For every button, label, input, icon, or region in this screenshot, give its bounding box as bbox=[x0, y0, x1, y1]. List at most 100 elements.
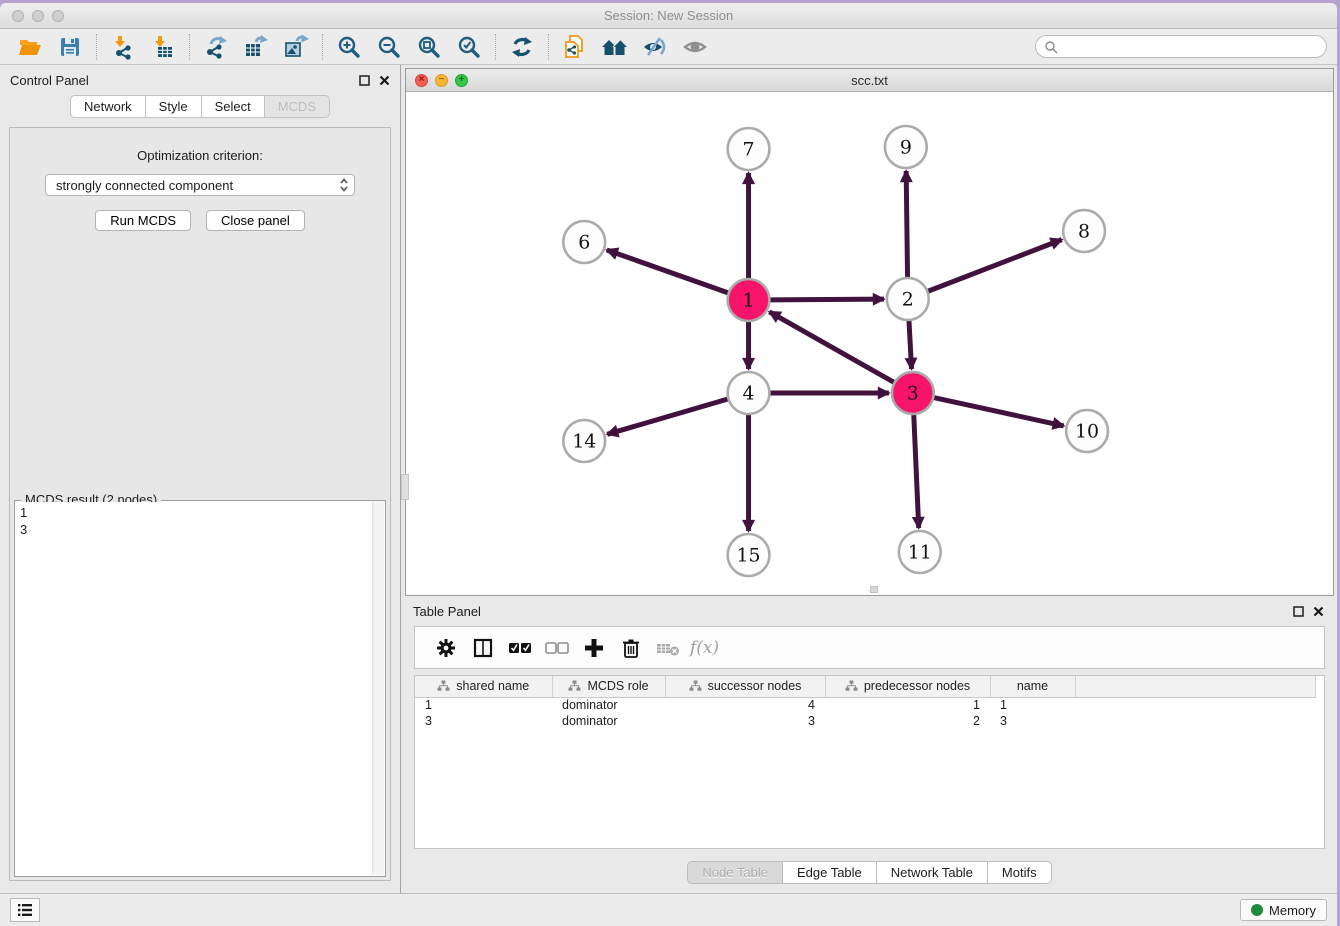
network-maximize-button[interactable]: + bbox=[455, 74, 468, 87]
mcds-result-line: 3 bbox=[20, 521, 368, 538]
cell-name[interactable]: 3 bbox=[990, 713, 1075, 729]
panel-splitter-grip[interactable] bbox=[401, 474, 409, 500]
edge-4-14[interactable] bbox=[607, 399, 727, 434]
control-panel: Control Panel NetworkStyleSelectMCDS Opt… bbox=[0, 65, 401, 893]
svg-text:8: 8 bbox=[1078, 220, 1090, 242]
export-table-icon[interactable] bbox=[236, 32, 276, 62]
show-all-icon[interactable] bbox=[675, 32, 715, 62]
run-mcds-button[interactable]: Run MCDS bbox=[95, 210, 191, 231]
column-header-shared-name[interactable]: shared name bbox=[415, 676, 552, 697]
export-network-icon[interactable] bbox=[196, 32, 236, 62]
import-table-icon[interactable] bbox=[143, 32, 183, 62]
delete-column-icon[interactable] bbox=[612, 633, 649, 663]
network-close-button[interactable]: × bbox=[415, 74, 428, 87]
show-hide-panels-icon[interactable] bbox=[595, 32, 635, 62]
cell-successor-nodes[interactable]: 4 bbox=[665, 697, 825, 713]
memory-button[interactable]: Memory bbox=[1240, 899, 1327, 921]
control-tab-select[interactable]: Select bbox=[202, 95, 265, 118]
control-tab-network[interactable]: Network bbox=[70, 95, 146, 118]
table-tab-edge-table[interactable]: Edge Table bbox=[783, 861, 877, 884]
table-settings-icon[interactable] bbox=[427, 633, 464, 663]
cell-successor-nodes[interactable]: 3 bbox=[665, 713, 825, 729]
task-history-button[interactable] bbox=[10, 898, 40, 922]
delete-table-icon[interactable] bbox=[649, 633, 686, 663]
graph-node-14[interactable]: 14 bbox=[563, 420, 605, 462]
cell-predecessor-nodes[interactable]: 1 bbox=[825, 697, 990, 713]
result-scrollbar[interactable] bbox=[372, 502, 384, 875]
float-panel-icon[interactable] bbox=[1293, 606, 1304, 617]
select-all-check-icon[interactable] bbox=[501, 633, 538, 663]
control-tab-mcds[interactable]: MCDS bbox=[265, 95, 330, 118]
memory-label: Memory bbox=[1269, 903, 1316, 918]
toolbar-separator bbox=[96, 34, 97, 60]
edge-3-10[interactable] bbox=[934, 398, 1063, 426]
zoom-fit-icon[interactable] bbox=[409, 32, 449, 62]
cell-shared-name[interactable]: 1 bbox=[415, 697, 552, 713]
canvas-resize-grip[interactable] bbox=[870, 586, 878, 593]
edge-1-2[interactable] bbox=[770, 299, 884, 300]
column-header-predecessor-nodes[interactable]: predecessor nodes bbox=[825, 676, 990, 697]
column-header-MCDS-role[interactable]: MCDS role bbox=[552, 676, 665, 697]
save-session-icon[interactable] bbox=[50, 32, 90, 62]
table-tab-node-table[interactable]: Node Table bbox=[687, 861, 783, 884]
cell-name[interactable]: 1 bbox=[990, 697, 1075, 713]
graph-node-3[interactable]: 3 bbox=[892, 372, 934, 414]
edge-3-1[interactable] bbox=[769, 312, 893, 382]
cell-MCDS-role[interactable]: dominator bbox=[552, 697, 665, 713]
table-row[interactable]: 1dominator411 bbox=[415, 697, 1315, 713]
graph-node-15[interactable]: 15 bbox=[728, 534, 770, 576]
zoom-out-icon[interactable] bbox=[369, 32, 409, 62]
mcds-result-line: 1 bbox=[20, 504, 368, 521]
graph-node-1[interactable]: 1 bbox=[728, 279, 770, 321]
open-session-icon[interactable] bbox=[10, 32, 50, 62]
close-panel-icon[interactable] bbox=[379, 75, 390, 86]
zoom-in-icon[interactable] bbox=[329, 32, 369, 62]
split-view-icon[interactable] bbox=[464, 633, 501, 663]
graph-node-7[interactable]: 7 bbox=[728, 128, 770, 170]
hide-selected-icon[interactable] bbox=[635, 32, 675, 62]
graph-node-11[interactable]: 11 bbox=[899, 531, 941, 573]
edge-2-8[interactable] bbox=[928, 240, 1061, 292]
deselect-all-icon[interactable] bbox=[538, 633, 575, 663]
refresh-view-icon[interactable] bbox=[502, 32, 542, 62]
edge-3-11[interactable] bbox=[914, 415, 919, 528]
graph-node-10[interactable]: 10 bbox=[1066, 410, 1108, 452]
graph-node-8[interactable]: 8 bbox=[1063, 210, 1105, 252]
table-row[interactable]: 3dominator323 bbox=[415, 713, 1315, 729]
graph-node-4[interactable]: 4 bbox=[728, 372, 770, 414]
function-builder-icon[interactable]: f(x) bbox=[686, 633, 723, 663]
add-column-icon[interactable] bbox=[575, 633, 612, 663]
edge-2-3[interactable] bbox=[909, 321, 912, 369]
close-panel-button[interactable]: Close panel bbox=[206, 210, 305, 231]
network-canvas[interactable]: 7 9 6 8 1 2 4 3 14 10 15 11 bbox=[406, 92, 1333, 595]
graph-node-9[interactable]: 9 bbox=[885, 126, 927, 168]
toolbar-separator bbox=[548, 34, 549, 60]
table-tab-network-table[interactable]: Network Table bbox=[877, 861, 988, 884]
graph-node-2[interactable]: 2 bbox=[887, 278, 929, 320]
cell-predecessor-nodes[interactable]: 2 bbox=[825, 713, 990, 729]
table-panel: Table Panel bbox=[405, 598, 1334, 893]
table-tab-motifs[interactable]: Motifs bbox=[988, 861, 1052, 884]
svg-text:10: 10 bbox=[1075, 420, 1099, 442]
export-image-icon[interactable] bbox=[276, 32, 316, 62]
criterion-dropdown[interactable]: strongly connected component bbox=[45, 174, 355, 196]
mcds-result-text[interactable]: 13 bbox=[16, 502, 372, 875]
network-minimize-button[interactable]: − bbox=[435, 74, 448, 87]
cell-MCDS-role[interactable]: dominator bbox=[552, 713, 665, 729]
float-panel-icon[interactable] bbox=[359, 75, 370, 86]
cell-shared-name[interactable]: 3 bbox=[415, 713, 552, 729]
zoom-selected-icon[interactable] bbox=[449, 32, 489, 62]
edge-1-6[interactable] bbox=[607, 250, 728, 293]
graph-node-6[interactable]: 6 bbox=[563, 221, 605, 263]
search-input[interactable] bbox=[1063, 40, 1318, 54]
search-container bbox=[1035, 35, 1327, 58]
close-panel-icon[interactable] bbox=[1313, 606, 1324, 617]
edge-2-9[interactable] bbox=[906, 171, 907, 277]
column-header-successor-nodes[interactable]: successor nodes bbox=[665, 676, 825, 697]
import-network-icon[interactable] bbox=[103, 32, 143, 62]
clone-network-icon[interactable] bbox=[555, 32, 595, 62]
main-toolbar bbox=[0, 29, 1337, 65]
control-tab-style[interactable]: Style bbox=[146, 95, 202, 118]
search-field[interactable] bbox=[1035, 35, 1327, 58]
column-header-name[interactable]: name bbox=[990, 676, 1075, 697]
